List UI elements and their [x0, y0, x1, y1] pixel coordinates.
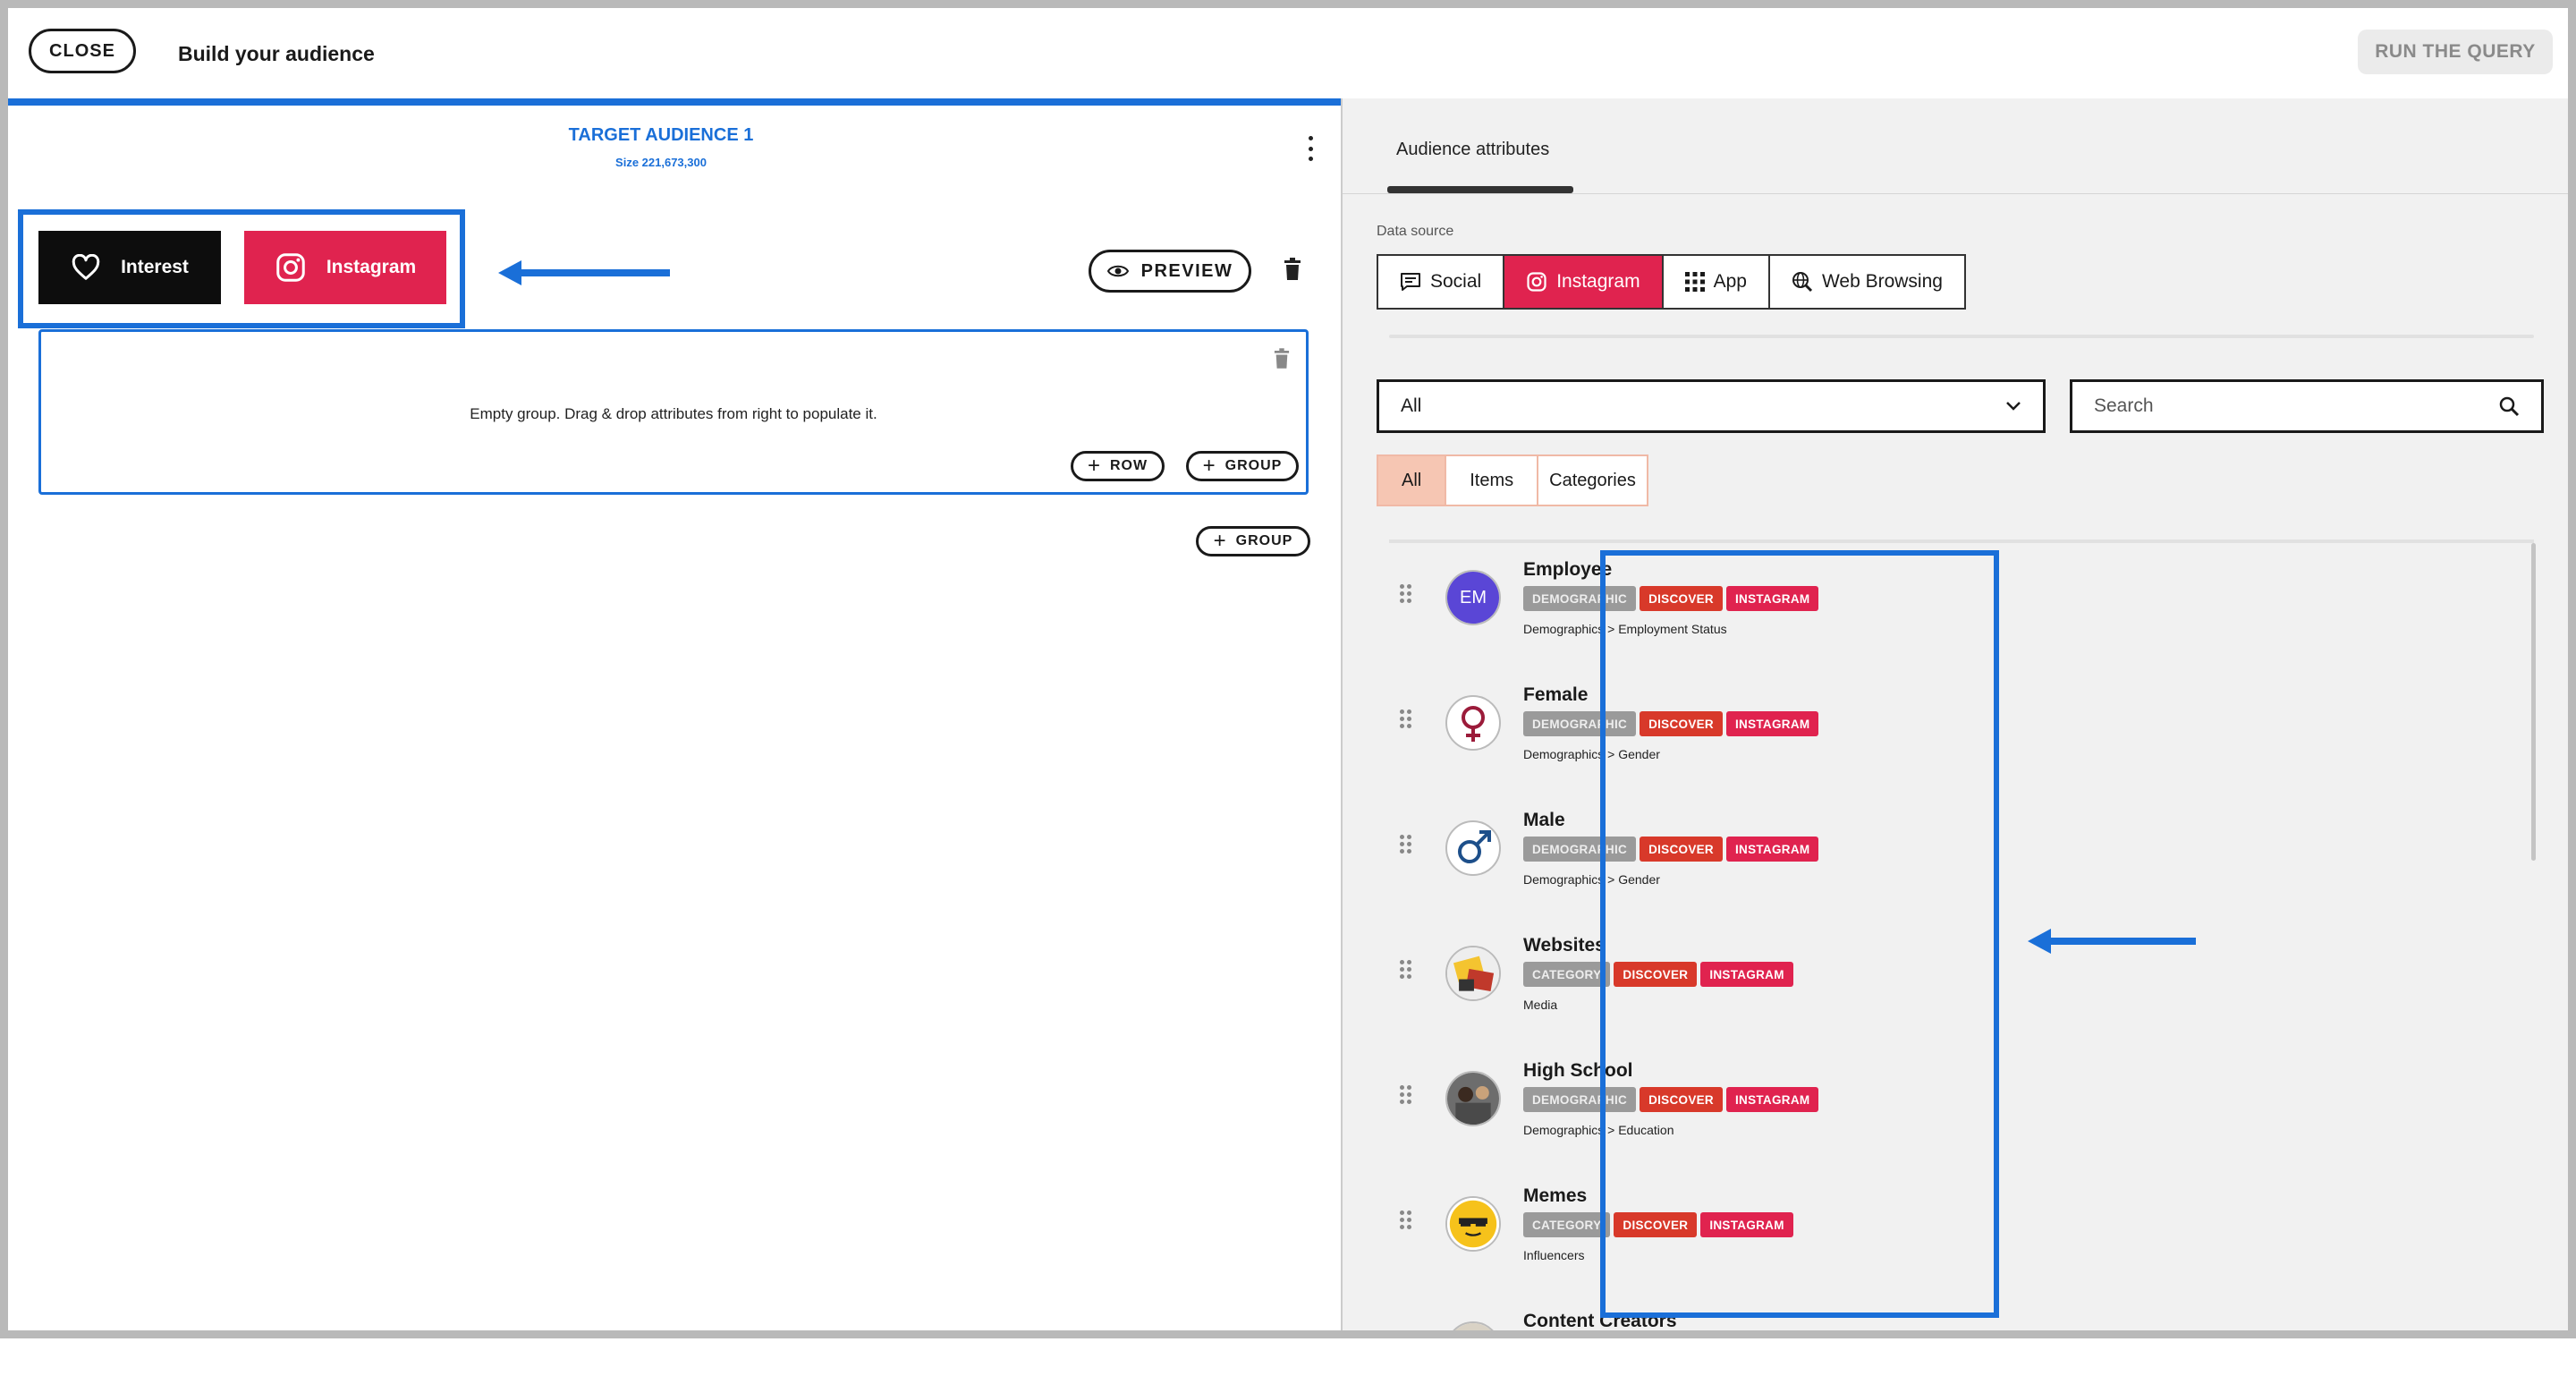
chat-icon: [1401, 273, 1420, 291]
section-divider: [1389, 335, 2534, 338]
attribute-path: Media: [1523, 998, 1558, 1012]
empty-group-text: Empty group. Drag & drop attributes from…: [470, 405, 877, 422]
data-source-label-social: Social: [1430, 271, 1482, 292]
attribute-name: Memes: [1523, 1185, 1588, 1206]
data-source-social[interactable]: Social: [1378, 256, 1505, 308]
app-window: CLOSE Build your audience RUN THE QUERY …: [0, 0, 2576, 1338]
attribute-avatar: EM: [1445, 570, 1501, 625]
eye-icon: [1106, 265, 1129, 277]
attribute-name: Websites: [1523, 935, 1606, 956]
search-icon[interactable]: [2498, 395, 2520, 417]
data-source-selector: Social Instagram App Web Browsing: [1377, 254, 1966, 310]
plus-icon: +: [1087, 454, 1101, 478]
filter-tabs: All Items Categories: [1377, 454, 1648, 506]
add-group-label: GROUP: [1224, 458, 1283, 473]
instagram-icon: [1527, 272, 1546, 292]
category-select[interactable]: All: [1377, 379, 2046, 433]
instagram-button[interactable]: Instagram: [244, 231, 446, 304]
delete-audience-icon[interactable]: [1284, 258, 1301, 285]
data-source-instagram[interactable]: Instagram: [1504, 256, 1664, 308]
heart-icon: [72, 254, 100, 280]
preview-button[interactable]: PREVIEW: [1089, 250, 1251, 293]
drag-handle-icon[interactable]: [1400, 709, 1414, 733]
tab-audience-attributes[interactable]: Audience attributes: [1396, 140, 1549, 160]
tag-category: CATEGORY: [1523, 962, 1611, 987]
filter-categories[interactable]: Categories: [1538, 456, 1647, 505]
interest-button[interactable]: Interest: [38, 231, 221, 304]
filter-items[interactable]: Items: [1446, 456, 1539, 505]
empty-group[interactable]: Empty group. Drag & drop attributes from…: [38, 329, 1309, 495]
drag-handle-icon[interactable]: [1400, 835, 1414, 858]
attribute-path: Influencers: [1523, 1248, 1585, 1262]
attribute-name: Male: [1523, 810, 1565, 830]
attribute-avatar: [1445, 1321, 1501, 1330]
search-placeholder: Search: [2094, 395, 2154, 416]
more-options-icon[interactable]: [1307, 136, 1314, 161]
data-source-label: Data source: [1377, 224, 1454, 239]
search-input[interactable]: Search: [2070, 379, 2544, 433]
attribute-avatar: [1445, 695, 1501, 751]
instagram-label: Instagram: [326, 257, 417, 277]
chevron-down-icon: [2006, 402, 2021, 411]
preview-label: PREVIEW: [1140, 260, 1233, 281]
data-source-label-app: App: [1713, 271, 1747, 292]
drag-handle-icon[interactable]: [1400, 1085, 1414, 1108]
tag-category: CATEGORY: [1523, 1212, 1611, 1237]
add-row-button[interactable]: + ROW: [1071, 451, 1165, 481]
attribute-avatar: [1445, 1196, 1501, 1252]
target-audience-title: TARGET AUDIENCE 1: [568, 125, 754, 145]
data-source-label-instagram: Instagram: [1556, 271, 1640, 292]
page-title: Build your audience: [178, 42, 375, 65]
attribute-avatar: [1445, 820, 1501, 876]
interest-label: Interest: [121, 257, 189, 277]
active-tab-indicator: [1387, 186, 1573, 193]
add-group-button[interactable]: + GROUP: [1186, 451, 1299, 481]
category-select-value: All: [1401, 395, 1422, 416]
data-source-web-browsing[interactable]: Web Browsing: [1770, 256, 1964, 308]
attribute-name: Employee: [1523, 559, 1613, 580]
drag-handle-icon[interactable]: [1400, 960, 1414, 983]
list-scrollbar[interactable]: [2531, 543, 2536, 861]
data-source-label-web-browsing: Web Browsing: [1821, 271, 1943, 292]
add-outer-group-button[interactable]: + GROUP: [1196, 526, 1310, 556]
tab-divider: [1343, 193, 2568, 194]
instagram-icon: [276, 253, 305, 282]
close-button[interactable]: CLOSE: [29, 29, 136, 73]
drag-handle-icon[interactable]: [1400, 1336, 1414, 1338]
web-search-icon: [1792, 272, 1813, 293]
drag-handle-icon[interactable]: [1400, 1210, 1414, 1234]
highlight-box-right: [1600, 550, 1999, 1318]
add-outer-group-label: GROUP: [1235, 533, 1293, 548]
drag-handle-icon[interactable]: [1400, 584, 1414, 607]
target-audience-size: Size 221,673,300: [615, 156, 707, 169]
plus-icon: +: [1213, 529, 1227, 553]
run-query-button[interactable]: RUN THE QUERY: [2358, 30, 2553, 74]
plus-icon: +: [1202, 454, 1216, 478]
delete-group-icon[interactable]: [1274, 348, 1290, 374]
add-row-label: ROW: [1109, 458, 1148, 473]
filter-all[interactable]: All: [1378, 456, 1447, 505]
attribute-avatar: [1445, 946, 1501, 1001]
top-bar: CLOSE Build your audience RUN THE QUERY: [8, 8, 2568, 99]
data-source-app[interactable]: App: [1664, 256, 1770, 308]
grid-icon: [1684, 272, 1705, 292]
attribute-name: Female: [1523, 684, 1589, 705]
list-divider: [1389, 539, 2534, 543]
audience-builder-panel: TARGET AUDIENCE 1 Size 221,673,300 Inter…: [8, 98, 1343, 1330]
attribute-avatar: [1445, 1071, 1501, 1126]
panel-accent-bar: [8, 98, 1341, 106]
